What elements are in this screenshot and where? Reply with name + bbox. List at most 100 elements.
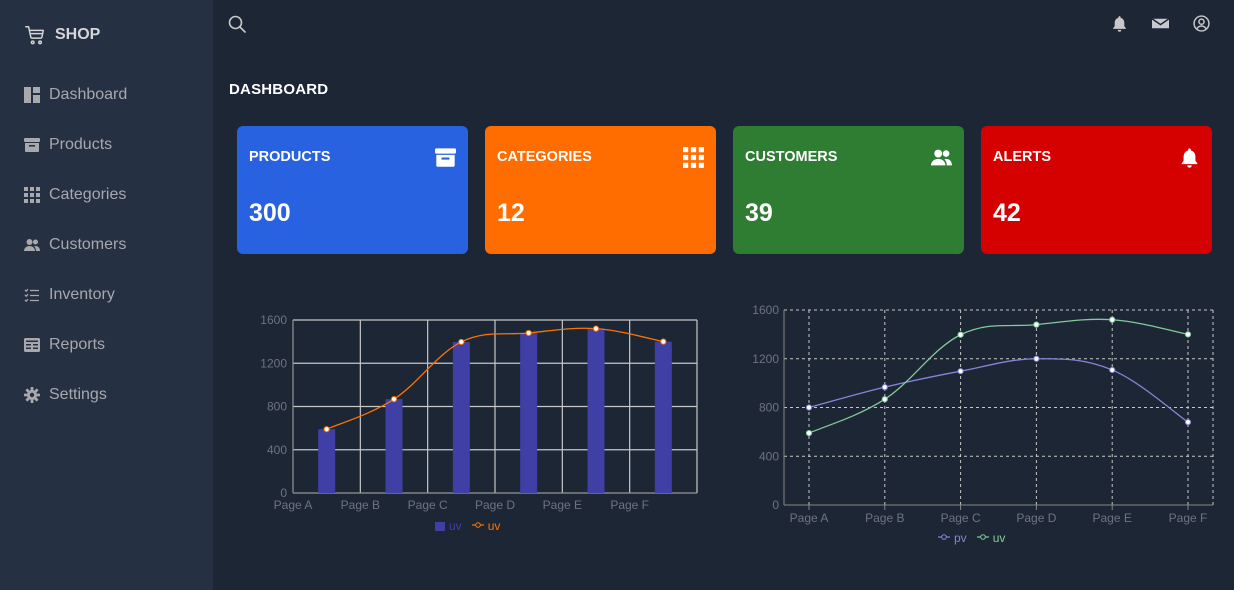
data-point <box>458 338 465 346</box>
bell-icon <box>1181 148 1198 168</box>
data-point <box>660 338 667 345</box>
card-value: 42 <box>993 199 1021 227</box>
sidebar: SHOP Dashboard Products Categories Custo… <box>0 0 213 590</box>
bar <box>385 399 403 493</box>
legend-swatch-line <box>938 531 950 545</box>
data-point <box>1109 366 1116 374</box>
sidebar-item-inventory[interactable]: Inventory <box>0 270 213 320</box>
legend-swatch-line <box>976 531 989 545</box>
sidebar-nav: Dashboard Products Categories Customers … <box>0 70 213 420</box>
y-tick-label: 800 <box>759 401 779 415</box>
y-tick-label: 1600 <box>752 303 779 317</box>
header-actions <box>1111 15 1210 32</box>
sidebar-item-label: Products <box>49 136 113 153</box>
sidebar-item-label: Categories <box>49 186 127 203</box>
sidebar-item-label: Customers <box>49 236 127 253</box>
x-tick-label: Page E <box>543 498 582 512</box>
legend-swatch-square <box>435 521 445 531</box>
data-point <box>805 404 813 411</box>
bar-chart: 0 400 800 1200 1600 Page A Page B Page C Page DP… <box>237 300 717 540</box>
people-icon <box>24 239 40 251</box>
series-line-pv <box>808 358 1189 423</box>
legend-swatch-line <box>471 519 484 533</box>
card-alerts[interactable]: ALERTS 42 <box>981 126 1212 254</box>
card-label: CUSTOMERS <box>745 149 838 165</box>
bar <box>587 328 605 493</box>
x-tick-label: Page B <box>341 498 380 512</box>
user-circle-icon[interactable] <box>1193 15 1210 32</box>
legend-label: pv <box>954 531 967 545</box>
x-tick-label: Page B <box>865 511 904 525</box>
bar <box>318 429 336 493</box>
archive-icon <box>435 148 456 167</box>
sidebar-item-customers[interactable]: Customers <box>0 220 213 270</box>
sidebar-item-reports[interactable]: Reports <box>0 320 213 370</box>
y-tick-label: 1200 <box>752 352 779 366</box>
x-tick-label: Page A <box>274 498 313 512</box>
card-categories[interactable]: CATEGORIES 12 <box>485 126 716 254</box>
data-point <box>592 325 600 332</box>
y-tick-label: 1200 <box>260 356 287 370</box>
summary-cards: PRODUCTS 300 CATEGORIES 12 CUSTOMERS 39 … <box>237 126 1212 254</box>
card-value: 39 <box>745 199 773 227</box>
header <box>213 0 1234 50</box>
card-label: PRODUCTS <box>249 149 331 165</box>
line-chart-svg: 0 400 800 1200 1600 Page A Page B Page C Page D P… <box>752 303 1214 525</box>
sidebar-item-label: Inventory <box>49 286 115 303</box>
data-point <box>390 396 398 403</box>
data-point <box>323 426 330 433</box>
grid-icon <box>24 187 40 203</box>
x-tick-label: Page C <box>941 511 981 525</box>
dashboard-icon <box>24 87 40 103</box>
y-tick-label: 800 <box>267 400 287 414</box>
list-check-icon <box>24 288 39 303</box>
sidebar-item-label: Dashboard <box>49 86 128 103</box>
x-tick-label: Page C <box>408 498 448 512</box>
series-line-uv <box>808 318 1189 434</box>
legend-label: uv <box>487 519 501 533</box>
card-value: 300 <box>249 199 291 227</box>
y-tick-label: 400 <box>759 449 779 463</box>
x-tick-label: Page F <box>610 498 649 512</box>
data-point <box>957 368 964 375</box>
bar <box>452 341 470 493</box>
card-value: 12 <box>497 199 525 227</box>
x-tick-label: Page D <box>475 498 515 512</box>
bar-chart-legend: uv uv <box>435 519 500 533</box>
card-products[interactable]: PRODUCTS 300 <box>237 126 468 254</box>
card-label: ALERTS <box>993 149 1051 165</box>
card-label: CATEGORIES <box>497 149 592 165</box>
people-icon <box>931 149 952 166</box>
archive-icon <box>24 138 40 152</box>
x-tick-label: Page D <box>1016 511 1056 525</box>
search-icon[interactable] <box>228 15 246 33</box>
bell-icon[interactable] <box>1111 15 1128 32</box>
data-point <box>1184 331 1192 338</box>
sidebar-item-products[interactable]: Products <box>0 120 213 170</box>
data-point <box>957 331 964 338</box>
data-point <box>1033 321 1040 328</box>
line-chart-legend: pv uv <box>938 531 1005 545</box>
mail-icon[interactable] <box>1151 15 1170 32</box>
card-customers[interactable]: CUSTOMERS 39 <box>733 126 964 254</box>
sidebar-item-settings[interactable]: Settings <box>0 370 213 420</box>
data-point <box>1184 419 1192 426</box>
bar <box>654 341 672 493</box>
legend-label: uv <box>449 519 462 533</box>
line-chart: 0 400 800 1200 1600 Page A Page B Page C Page D P… <box>740 296 1230 536</box>
data-point <box>881 396 888 403</box>
grid-icon <box>683 147 704 168</box>
sidebar-item-categories[interactable]: Categories <box>0 170 213 220</box>
brand-name: SHOP <box>55 26 101 43</box>
x-tick-label: Page A <box>790 511 829 525</box>
legend-item: uv <box>976 531 1006 545</box>
legend-label: uv <box>992 531 1006 545</box>
legend-item: pv <box>938 531 967 545</box>
sidebar-item-dashboard[interactable]: Dashboard <box>0 70 213 120</box>
brand[interactable]: SHOP <box>24 24 100 46</box>
bar-chart-svg: 040080012001600Page A Page B Page C Page DP… <box>260 313 698 512</box>
cart-icon <box>25 26 44 45</box>
data-point <box>1109 316 1116 323</box>
y-tick-label: 400 <box>267 443 287 457</box>
data-point <box>881 384 888 391</box>
